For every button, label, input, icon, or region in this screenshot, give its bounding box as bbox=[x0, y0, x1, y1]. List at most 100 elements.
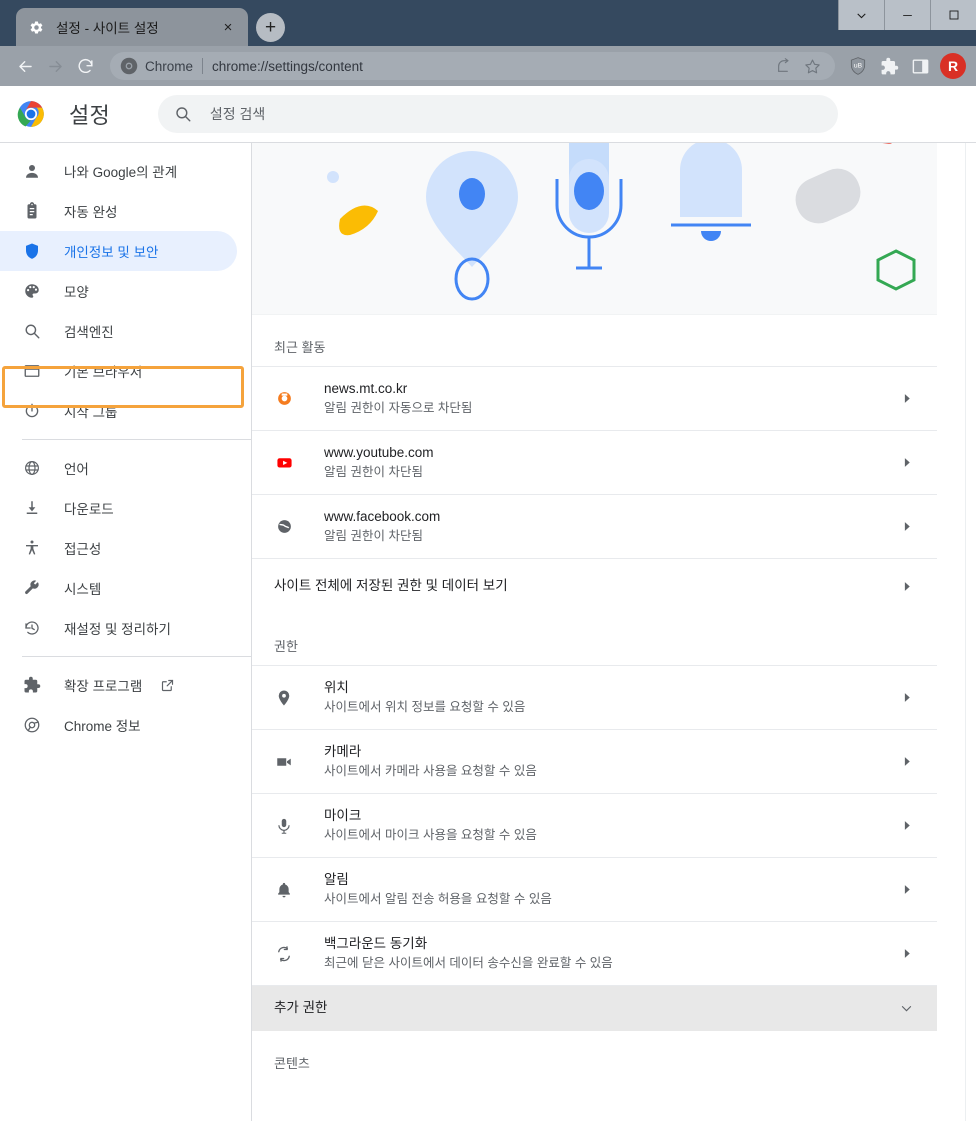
recent-activity-label: 최근 활동 bbox=[274, 340, 326, 355]
chevron-right-icon[interactable] bbox=[897, 454, 915, 472]
permission-title: 카메라 bbox=[324, 743, 362, 759]
sidebar-item-extensions[interactable]: 확장 프로그램 bbox=[0, 665, 237, 705]
new-tab-button[interactable]: + bbox=[256, 13, 285, 42]
ublock-origin-icon[interactable]: uB bbox=[844, 52, 872, 80]
permission-sub: 사이트에서 위치 정보를 요청할 수 있음 bbox=[324, 699, 526, 714]
window-controls bbox=[838, 0, 976, 30]
permission-text: 마이크 사이트에서 마이크 사용을 요청할 수 있음 bbox=[324, 806, 897, 846]
search-input[interactable] bbox=[209, 106, 822, 122]
permission-sub: 사이트에서 알림 전송 허용을 요청할 수 있음 bbox=[324, 891, 552, 906]
browser-title-bar: 설정 - 사이트 설정 × + bbox=[0, 0, 976, 46]
additional-permissions-label: 추가 권한 bbox=[274, 1000, 328, 1016]
settings-header: 설정 bbox=[0, 86, 976, 142]
settings-search[interactable] bbox=[157, 95, 838, 133]
chevron-down-icon[interactable] bbox=[897, 1000, 915, 1018]
side-panel-icon[interactable] bbox=[906, 52, 934, 80]
sidebar-item-autofill[interactable]: 자동 완성 bbox=[0, 191, 237, 231]
chevron-right-icon[interactable] bbox=[897, 945, 915, 963]
chevron-down-icon[interactable] bbox=[838, 0, 884, 30]
svg-text:uB: uB bbox=[854, 63, 863, 70]
maximize-button[interactable] bbox=[930, 0, 976, 30]
permission-row-camera[interactable]: 카메라 사이트에서 카메라 사용을 요청할 수 있음 bbox=[252, 729, 937, 793]
share-icon[interactable] bbox=[771, 53, 797, 79]
sidebar-item-about-chrome[interactable]: Chrome 정보 bbox=[0, 705, 237, 745]
sidebar-item-label: 시작 그룹 bbox=[64, 405, 118, 420]
omnibox-url: chrome://settings/content bbox=[212, 58, 363, 74]
additional-permissions-row[interactable]: 추가 권한 bbox=[252, 985, 937, 1031]
permission-text: 위치 사이트에서 위치 정보를 요청할 수 있음 bbox=[324, 678, 897, 718]
sidebar-item-languages[interactable]: 언어 bbox=[0, 448, 237, 488]
chevron-right-icon[interactable] bbox=[897, 753, 915, 771]
permission-title: 마이크 bbox=[324, 807, 362, 823]
microphone-icon bbox=[274, 816, 294, 836]
extensions-puzzle-icon[interactable] bbox=[875, 52, 903, 80]
permission-title: 알림 bbox=[324, 871, 349, 887]
sidebar-item-label: 모양 bbox=[64, 285, 89, 300]
permission-row-location[interactable]: 위치 사이트에서 위치 정보를 요청할 수 있음 bbox=[252, 665, 937, 729]
sidebar-item-label: 접근성 bbox=[64, 542, 102, 557]
address-bar[interactable]: Chrome chrome://settings/content bbox=[110, 52, 835, 80]
reload-button[interactable] bbox=[70, 51, 100, 81]
sidebar-item-system[interactable]: 시스템 bbox=[0, 568, 237, 608]
sidebar-divider bbox=[22, 656, 251, 657]
site-name: www.youtube.com bbox=[324, 444, 434, 460]
close-icon[interactable]: × bbox=[218, 17, 238, 37]
star-icon[interactable] bbox=[799, 53, 825, 79]
recent-activity-row[interactable]: www.facebook.com 알림 권한이 차단됨 bbox=[252, 494, 937, 558]
sidebar-item-search-engine[interactable]: 검색엔진 bbox=[0, 311, 237, 351]
sidebar-item-privacy-and-security[interactable]: 개인정보 및 보안 bbox=[0, 231, 237, 271]
search-icon bbox=[22, 321, 42, 341]
sidebar-item-you-and-google[interactable]: 나와 Google의 관계 bbox=[0, 151, 237, 191]
browser-tab-settings[interactable]: 설정 - 사이트 설정 × bbox=[16, 8, 248, 46]
chevron-right-icon[interactable] bbox=[897, 881, 915, 899]
chevron-right-icon[interactable] bbox=[897, 578, 915, 596]
permission-row-microphone[interactable]: 마이크 사이트에서 마이크 사용을 요청할 수 있음 bbox=[252, 793, 937, 857]
minimize-button[interactable] bbox=[884, 0, 930, 30]
view-all-sites-label: 사이트 전체에 저장된 권한 및 데이터 보기 bbox=[274, 578, 508, 594]
sidebar-item-label: 개인정보 및 보안 bbox=[64, 245, 159, 260]
sidebar-item-label: 시스템 bbox=[64, 582, 102, 597]
chevron-right-icon[interactable] bbox=[897, 518, 915, 536]
page-title: 설정 bbox=[69, 103, 110, 128]
permission-text: 백그라운드 동기화 최근에 닫은 사이트에서 데이터 송수신을 완료할 수 있음 bbox=[324, 934, 897, 974]
permission-title: 백그라운드 동기화 bbox=[324, 935, 428, 951]
puzzle-icon bbox=[22, 675, 42, 695]
sidebar-item-reset-and-cleanup[interactable]: 재설정 및 정리하기 bbox=[0, 608, 237, 648]
chevron-right-icon[interactable] bbox=[897, 390, 915, 408]
chevron-right-icon[interactable] bbox=[897, 817, 915, 835]
sidebar-item-downloads[interactable]: 다운로드 bbox=[0, 488, 237, 528]
news-mt-favicon bbox=[274, 389, 294, 409]
banner-illustration bbox=[327, 143, 916, 301]
forward-button[interactable] bbox=[40, 51, 70, 81]
facebook-favicon bbox=[274, 517, 294, 537]
sidebar-item-default-browser[interactable]: 기본 브라우저 bbox=[0, 351, 237, 391]
sidebar-item-label: 다운로드 bbox=[64, 502, 114, 517]
permission-title: 위치 bbox=[324, 679, 349, 695]
sync-icon bbox=[274, 944, 294, 964]
sidebar-item-label: 재설정 및 정리하기 bbox=[64, 622, 171, 637]
browser-toolbar: Chrome chrome://settings/content uB R bbox=[0, 46, 976, 86]
avatar[interactable]: R bbox=[940, 53, 966, 79]
view-all-sites-text: 사이트 전체에 저장된 권한 및 데이터 보기 bbox=[274, 576, 897, 596]
chevron-right-icon[interactable] bbox=[897, 689, 915, 707]
back-button[interactable] bbox=[10, 51, 40, 81]
recent-activity-text: www.youtube.com 알림 권한이 차단됨 bbox=[324, 443, 897, 483]
site-name: news.mt.co.kr bbox=[324, 380, 408, 396]
site-settings-banner bbox=[252, 143, 937, 315]
settings-sidebar: 나와 Google의 관계 자동 완성 개인정보 및 보안 모양 검색엔진 기본… bbox=[0, 142, 252, 1121]
site-status: 알림 권한이 차단됨 bbox=[324, 528, 423, 543]
permission-sub: 최근에 닫은 사이트에서 데이터 송수신을 완료할 수 있음 bbox=[324, 955, 613, 970]
sidebar-item-on-startup[interactable]: 시작 그룹 bbox=[0, 391, 237, 431]
settings-body: 나와 Google의 관계 자동 완성 개인정보 및 보안 모양 검색엔진 기본… bbox=[0, 142, 976, 1121]
recent-activity-row[interactable]: www.youtube.com 알림 권한이 차단됨 bbox=[252, 430, 937, 494]
youtube-favicon bbox=[274, 453, 294, 473]
recent-activity-row[interactable]: news.mt.co.kr 알림 권한이 자동으로 차단됨 bbox=[252, 366, 937, 430]
recent-activity-text: news.mt.co.kr 알림 권한이 자동으로 차단됨 bbox=[324, 379, 897, 419]
permission-row-background-sync[interactable]: 백그라운드 동기화 최근에 닫은 사이트에서 데이터 송수신을 완료할 수 있음 bbox=[252, 921, 937, 985]
globe-icon bbox=[22, 458, 42, 478]
open-in-new-icon[interactable] bbox=[160, 678, 175, 693]
permission-row-notifications[interactable]: 알림 사이트에서 알림 전송 허용을 요청할 수 있음 bbox=[252, 857, 937, 921]
sidebar-item-appearance[interactable]: 모양 bbox=[0, 271, 237, 311]
view-all-sites-row[interactable]: 사이트 전체에 저장된 권한 및 데이터 보기 bbox=[252, 558, 937, 614]
sidebar-item-accessibility[interactable]: 접근성 bbox=[0, 528, 237, 568]
